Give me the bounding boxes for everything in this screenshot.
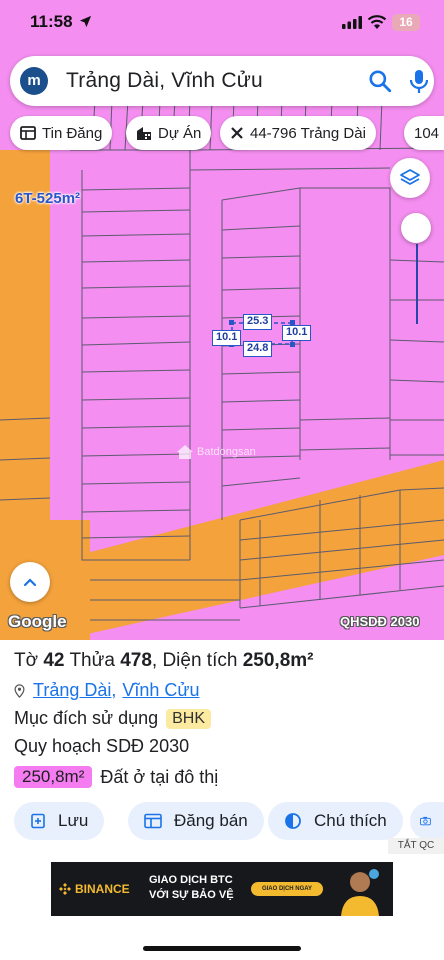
land-use-row: 250,8m² Đất ở tại đô thị [14,766,218,788]
layers-icon [400,169,420,185]
land-use-description: Đất ở tại đô thị [100,766,219,787]
building-icon [137,126,151,140]
watermark-house-icon [177,445,193,459]
legend-button[interactable]: Chú thích [268,802,403,840]
parcel-title: Tờ 42 Thửa 478, Diện tích 250,8m² [14,650,314,672]
ad-headline: GIAO DỊCH BTC VỚI SỰ BẢO VỆ [149,873,234,903]
plot-label: Thửa [69,650,115,671]
ad-person-image [341,869,379,916]
map-view[interactable]: 11:58 16 m Trảng Dài, Vĩnh Cửu Tin Đăng … [0,0,444,640]
location-arrow-icon [79,15,92,28]
list-icon [20,126,36,140]
land-use-area-badge: 250,8m² [14,766,93,788]
chip-label: Dự Án [158,124,202,142]
plan-heading: Quy hoạch SDĐ 2030 [14,736,190,756]
chip-label: 104 [414,124,440,142]
ad-headline-line-1: GIAO DỊCH BTC [149,874,233,886]
location-pin-icon [14,683,25,698]
clock: 11:58 [30,12,73,31]
layers-button[interactable] [390,158,430,198]
cellular-signal-icon [342,16,362,29]
contrast-icon [285,813,301,829]
ward-link[interactable]: Trảng Dài [33,680,111,701]
home-indicator[interactable] [143,946,301,951]
post-sale-label: Đăng bán [174,811,248,830]
address-separator: , [111,680,117,700]
watermark-text: Batdongsan [197,446,256,458]
save-button[interactable]: Lưu [14,802,105,840]
sheet-label: Tờ [14,650,39,671]
dimension-label-left: 10.1 [212,330,242,346]
avatar[interactable]: m [20,67,48,95]
chip-label: 44-796 Trảng Dài [250,124,366,142]
plot-number: 478 [120,650,152,671]
sheet-number: 42 [43,650,65,671]
post-sale-button[interactable]: Đăng bán [128,802,264,840]
ad-brand: BINANCE [59,882,130,896]
parcel-vertex[interactable] [229,320,234,325]
ad-headline-line-2: VỚI SỰ BẢO VỆ [149,889,234,901]
search-bar[interactable]: m Trảng Dài, Vĩnh Cửu [10,56,434,106]
save-label: Lưu [58,811,89,830]
dimension-label-top: 25.3 [243,314,273,330]
neighbor-area-label: 6T-525m² [15,190,81,207]
search-icon[interactable] [367,68,393,94]
parcel-info-sheet: Tờ 42 Thửa 478, Diện tích 250,8m² Trảng … [0,640,444,960]
advertisement-banner[interactable]: BINANCE GIAO DỊCH BTC VỚI SỰ BẢO VỆ GIAO… [51,862,393,916]
camera-button[interactable] [410,802,444,840]
expand-sheet-button[interactable] [10,562,50,602]
status-bar: 11:58 16 [0,0,444,48]
binance-logo-icon [59,883,71,895]
land-purpose-row: Mục đích sử dụng BHK [14,708,212,729]
chip-listings[interactable]: Tin Đăng [10,116,113,150]
battery-icon: 16 [392,14,420,31]
close-x-icon[interactable] [230,126,244,140]
chip-label: Tin Đăng [42,124,103,142]
area-value: 250,8m² [242,650,314,671]
close-ad-button[interactable]: TẮT QC [388,838,444,854]
ad-brand-name: BINANCE [75,882,130,896]
google-logo: Google [8,612,67,631]
wifi-icon [367,15,387,29]
district-link[interactable]: Vĩnh Cửu [122,680,199,701]
dimension-label-bottom: 24.8 [243,341,273,357]
purpose-code-badge: BHK [166,708,212,729]
title-comma: , [151,650,158,671]
search-input[interactable]: Trảng Dài, Vĩnh Cửu [66,69,263,93]
bookmark-add-icon [31,813,45,829]
purpose-label: Mục đích sử dụng [14,708,159,728]
area-label: Diện tích [162,650,238,671]
ad-cta-button[interactable]: GIAO DỊCH NGAY [251,882,323,896]
parcel-vertex[interactable] [290,342,295,347]
microphone-icon[interactable] [407,68,431,94]
chip-parcel-query[interactable]: 44-796 Trảng Dài [220,116,376,150]
chip-projects[interactable]: Dự Án [126,116,212,150]
legend-label: Chú thích [314,811,387,830]
opacity-slider-handle[interactable] [401,213,431,243]
chevron-up-icon [23,578,37,587]
chip-more[interactable]: 104 [404,116,444,150]
address-line: Trảng Dài , Vĩnh Cửu [14,680,199,701]
watermark: Batdongsan [176,444,256,460]
layer-name-label: QHSDĐ 2030 [340,614,420,629]
dimension-label-right: 10.1 [282,325,312,341]
listing-icon [144,813,162,829]
camera-icon [420,816,431,826]
opacity-slider-track[interactable] [416,244,418,324]
